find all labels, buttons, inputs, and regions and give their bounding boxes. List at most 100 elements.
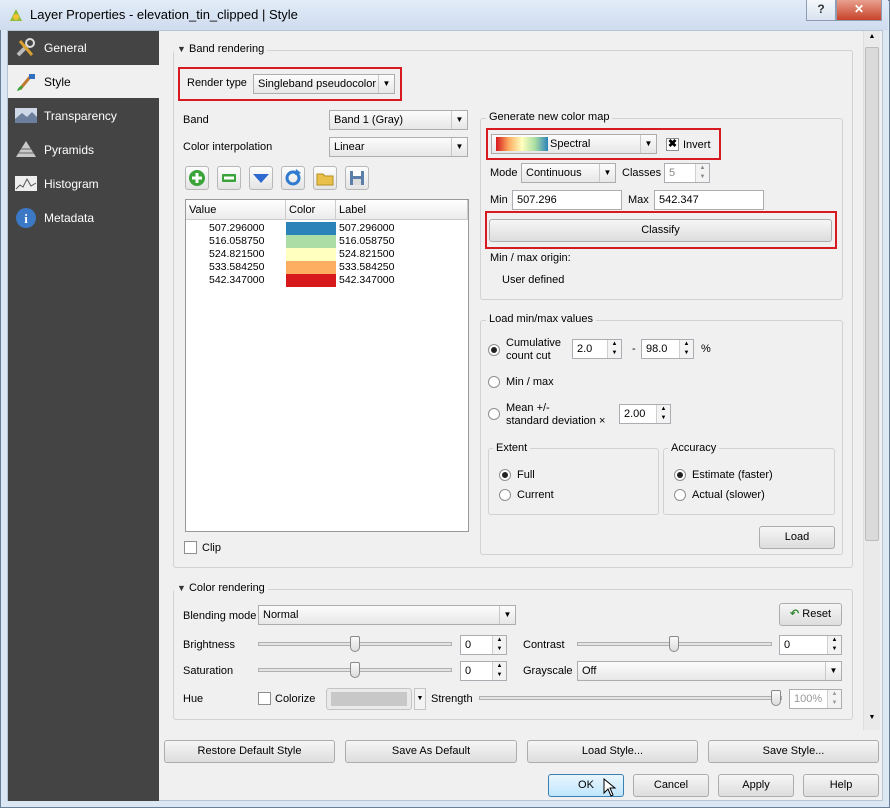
save-style-button[interactable]: Save Style... <box>708 740 879 763</box>
saturation-spinbox[interactable]: 0 ▲ ▼ <box>460 661 507 681</box>
sidebar-item-label: Transparency <box>44 109 117 123</box>
cumulative-low-spinbox[interactable]: 2.0 ▲ ▼ <box>572 339 622 359</box>
help-title-button[interactable]: ? <box>806 0 836 21</box>
cell-color-swatch[interactable] <box>286 261 336 274</box>
cancel-button[interactable]: Cancel <box>633 774 709 797</box>
spin-arrows-icon[interactable]: ▲ ▼ <box>679 340 693 358</box>
cell-value: 524.821500 <box>209 248 265 260</box>
color-interpolation-select[interactable]: Linear ▼ <box>329 137 468 157</box>
spin-arrows-icon[interactable]: ▲ ▼ <box>656 405 670 423</box>
color-rendering-header[interactable]: ▼ Color rendering <box>174 582 268 594</box>
blending-mode-select[interactable]: Normal ▼ <box>258 605 516 625</box>
spin-arrows-icon[interactable]: ▲ ▼ <box>607 340 621 358</box>
table-row[interactable]: 507.296000 507.296000 <box>186 222 468 235</box>
close-window-button[interactable]: ✕ <box>836 0 882 21</box>
load-minmax-button[interactable]: Load <box>759 526 835 549</box>
min-input[interactable]: 507.296 <box>512 190 622 210</box>
sidebar-item-histogram[interactable]: Histogram <box>8 167 159 200</box>
brightness-slider-handle[interactable] <box>350 636 360 652</box>
add-entry-button[interactable] <box>185 166 209 190</box>
scroll-down-icon[interactable]: ▼ <box>865 714 879 728</box>
chevron-down-icon: ▼ <box>825 662 841 680</box>
cumulative-high-spinbox[interactable]: 98.0 ▲ ▼ <box>641 339 694 359</box>
remove-entry-button[interactable] <box>217 166 241 190</box>
saturation-slider-handle[interactable] <box>350 662 360 678</box>
saturation-label: Saturation <box>183 665 234 677</box>
load-color-map-button[interactable] <box>313 166 337 190</box>
brightness-spinbox[interactable]: 0 ▲ ▼ <box>460 635 507 655</box>
contrast-spinbox[interactable]: 0 ▲ ▼ <box>779 635 842 655</box>
column-header-value[interactable]: Value <box>186 200 286 220</box>
color-map-table[interactable]: Value Color Label 507.296000 507.296000 51… <box>185 199 469 532</box>
spin-arrows-icon[interactable]: ▲ ▼ <box>827 690 841 708</box>
cell-color-swatch[interactable] <box>286 248 336 261</box>
clip-checkbox[interactable] <box>184 541 197 554</box>
accuracy-actual-radio[interactable] <box>674 489 686 501</box>
spin-arrows-icon[interactable]: ▲ ▼ <box>695 164 709 182</box>
table-row[interactable]: 516.058750 516.058750 <box>186 235 468 248</box>
table-row[interactable]: 533.584250 533.584250 <box>186 261 468 274</box>
range-dash: - <box>632 343 636 355</box>
extent-current-radio[interactable] <box>499 489 511 501</box>
cell-color-swatch[interactable] <box>286 235 336 248</box>
chevron-down-icon: ▼ <box>599 164 615 182</box>
render-type-select[interactable]: Singleband pseudocolor ▼ <box>253 74 395 94</box>
classes-spinbox[interactable]: 5 ▲ ▼ <box>664 163 710 183</box>
column-header-color[interactable]: Color <box>286 200 336 220</box>
spin-arrows-icon[interactable]: ▲ ▼ <box>492 662 506 680</box>
export-color-map-button[interactable] <box>345 166 369 190</box>
saturation-value: 0 <box>465 665 472 677</box>
cell-label: 516.058750 <box>339 235 395 247</box>
strength-slider-handle[interactable] <box>771 690 781 706</box>
accuracy-estimate-radio[interactable] <box>674 469 686 481</box>
sidebar-item-style[interactable]: Style <box>8 65 159 98</box>
colorize-color-button[interactable] <box>326 688 412 710</box>
strength-slider[interactable] <box>479 696 782 700</box>
cumulative-cut-radio[interactable] <box>488 344 500 356</box>
sidebar-item-transparency[interactable]: Transparency <box>8 99 159 132</box>
classify-button[interactable]: Classify <box>489 219 832 242</box>
strength-spinbox[interactable]: 100% ▲ ▼ <box>789 689 842 709</box>
colorize-checkbox[interactable] <box>258 692 271 705</box>
load-style-button[interactable]: Load Style... <box>527 740 698 763</box>
restore-default-style-button[interactable]: Restore Default Style <box>164 740 335 763</box>
reload-button[interactable] <box>281 166 305 190</box>
contrast-slider-handle[interactable] <box>669 636 679 652</box>
reset-button[interactable]: ↶ Reset <box>779 603 842 626</box>
color-ramp-select[interactable]: Spectral ▼ <box>491 134 657 154</box>
invert-checkbox[interactable]: ✖ <box>666 138 679 151</box>
band-select[interactable]: Band 1 (Gray) ▼ <box>329 110 468 130</box>
min-max-radio[interactable] <box>488 376 500 388</box>
save-as-default-button[interactable]: Save As Default <box>345 740 517 763</box>
stddev-spinbox[interactable]: 2.00 ▲ ▼ <box>619 404 671 424</box>
extent-full-radio[interactable] <box>499 469 511 481</box>
mean-stddev-radio[interactable] <box>488 408 500 420</box>
table-row[interactable]: 524.821500 524.821500 <box>186 248 468 261</box>
cell-value: 533.584250 <box>209 261 265 273</box>
column-header-label[interactable]: Label <box>336 200 468 220</box>
band-rendering-header[interactable]: ▼ Band rendering <box>174 43 268 55</box>
interpolation-value: Linear <box>334 141 365 153</box>
strength-label: Strength <box>431 693 473 705</box>
sidebar-item-pyramids[interactable]: Pyramids <box>8 133 159 166</box>
sidebar-item-label: Metadata <box>44 211 95 225</box>
spin-arrows-icon[interactable]: ▲ ▼ <box>827 636 841 654</box>
cell-color-swatch[interactable] <box>286 274 336 287</box>
chevron-down-icon[interactable]: ▼ <box>414 688 426 710</box>
grayscale-select[interactable]: Off ▼ <box>577 661 842 681</box>
sidebar-item-general[interactable]: General <box>8 31 159 64</box>
help-button[interactable]: Help <box>803 774 879 797</box>
cell-color-swatch[interactable] <box>286 222 336 235</box>
apply-button[interactable]: Apply <box>718 774 794 797</box>
spin-arrows-icon[interactable]: ▲ ▼ <box>492 636 506 654</box>
classes-label: Classes <box>622 167 662 179</box>
max-input[interactable]: 542.347 <box>654 190 764 210</box>
table-row[interactable]: 542.347000 542.347000 <box>186 274 468 287</box>
sidebar-item-metadata[interactable]: i Metadata <box>8 201 159 234</box>
scroll-thumb[interactable] <box>865 47 879 541</box>
mode-select[interactable]: Continuous ▼ <box>521 163 616 183</box>
sort-entries-button[interactable] <box>249 166 273 190</box>
extent-group <box>488 448 659 515</box>
scroll-up-icon[interactable]: ▲ <box>865 33 879 47</box>
vertical-scrollbar[interactable]: ▲ ▼ <box>863 31 880 730</box>
